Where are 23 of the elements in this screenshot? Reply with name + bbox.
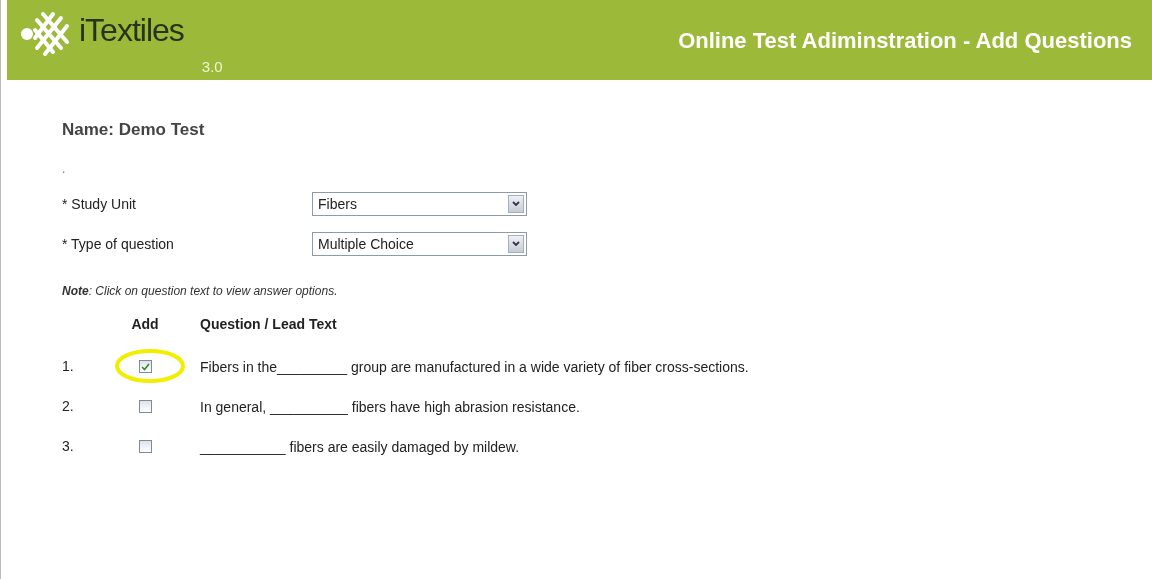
dropdown-field[interactable]: Multiple Choice [312, 232, 527, 256]
question-text[interactable]: In general, __________ fibers have high abrasion resistance. [200, 398, 770, 438]
dropdown-field[interactable]: Fibers [312, 192, 527, 216]
question-number: 2. [62, 398, 75, 416]
add-checkbox[interactable] [138, 400, 152, 413]
caret-icon [512, 201, 520, 207]
field-label: * Study Unit [62, 196, 137, 212]
question-text[interactable]: Fibers in the_________ group are manufactured in a wide variety of fiber cross-sections. [200, 358, 770, 398]
test-name: Name: Demo Test [62, 120, 206, 140]
caret-icon [512, 241, 520, 247]
column-header: Question / Lead Text [200, 316, 338, 334]
column-header: Add [131, 316, 160, 334]
logo-text: iTextiles [79, 12, 184, 49]
add-checkbox[interactable] [138, 440, 152, 453]
field-label: * Type of question [62, 236, 175, 252]
dot-mark: . [62, 162, 67, 176]
question-number: 1. [62, 358, 75, 376]
version-text: 3.0 [201, 58, 223, 75]
page-title: Online Test Adiminstration - Add Questions [678, 28, 1132, 54]
question-number: 3. [62, 438, 75, 456]
add-checkbox[interactable] [138, 360, 152, 373]
question-text[interactable]: ___________ fibers are easily damaged by mildew. [200, 438, 770, 478]
note-text: Note: Click on question text to view answer options. [62, 284, 339, 298]
